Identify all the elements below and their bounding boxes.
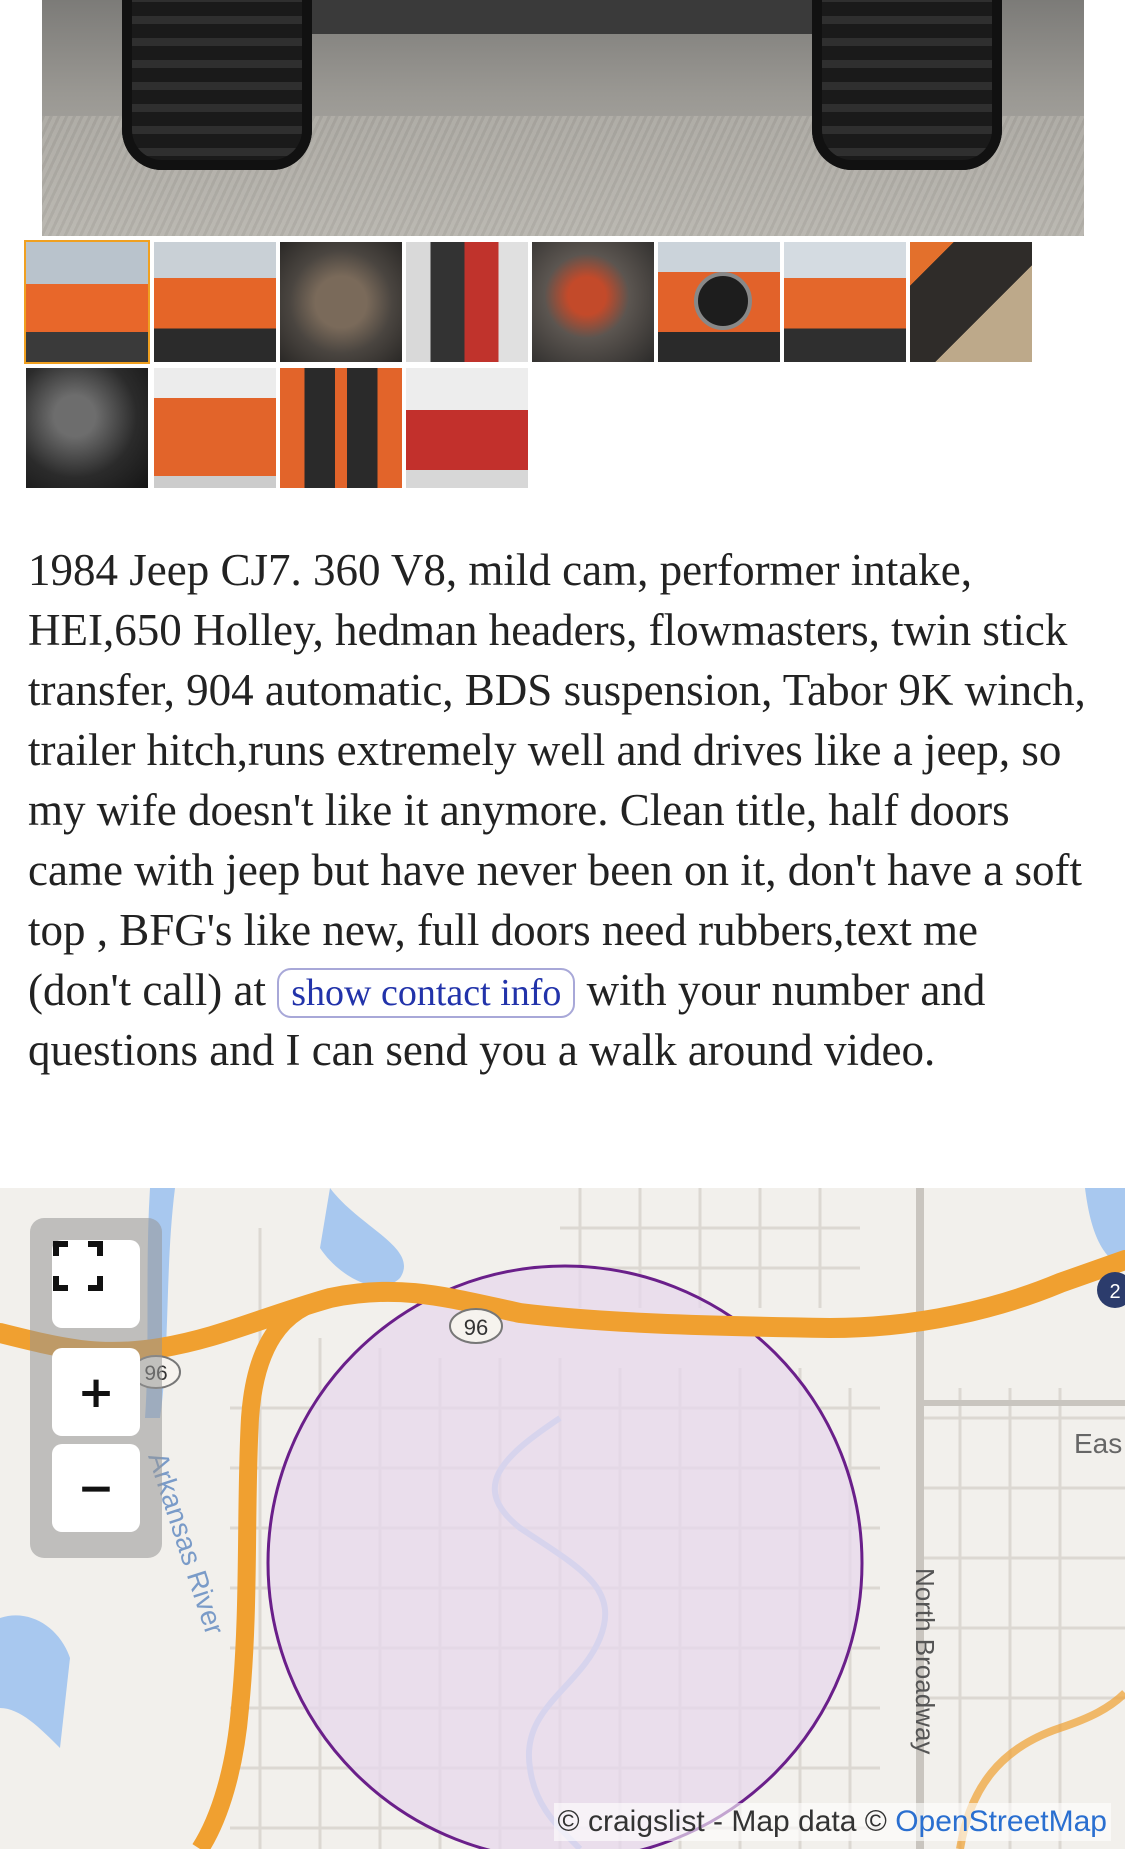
thumbnail-8[interactable] [910, 242, 1032, 362]
lake-shape [320, 1188, 404, 1287]
listing-description: 1984 Jeep CJ7. 360 V8, mild cam, perform… [28, 540, 1088, 1080]
thumbnail-11[interactable] [280, 368, 402, 488]
description-text-before: 1984 Jeep CJ7. 360 V8, mild cam, perform… [28, 545, 1086, 1015]
thumbnail-6[interactable] [658, 242, 780, 362]
street-label: North Broadway [910, 1568, 940, 1754]
thumbnail-10[interactable] [154, 368, 276, 488]
map-attribution: © craigslist - Map data © OpenStreetMap [553, 1803, 1111, 1841]
zoom-in-button[interactable]: + [52, 1348, 140, 1436]
thumbnail-7[interactable] [784, 242, 906, 362]
route-label-right: 2 [1109, 1281, 1120, 1303]
thumbnail-12[interactable] [406, 368, 528, 488]
thumbnail-4[interactable] [406, 242, 528, 362]
photo-tire-right [812, 0, 1002, 170]
approximate-location-circle [266, 1264, 864, 1849]
thumbnail-3[interactable] [280, 242, 402, 362]
openstreetmap-link[interactable]: OpenStreetMap [895, 1805, 1107, 1838]
thumbnail-5[interactable] [532, 242, 654, 362]
fullscreen-icon [53, 1241, 103, 1291]
photo-axle [312, 0, 812, 34]
show-contact-info-button[interactable]: show contact info [277, 968, 576, 1018]
fullscreen-button[interactable] [52, 1240, 140, 1328]
route-label-96-a: 96 [464, 1315, 488, 1340]
attribution-text: © craigslist - Map data © [557, 1805, 896, 1838]
photo-tire-left [122, 0, 312, 170]
map-controls: + − [30, 1218, 162, 1558]
water-left [0, 1615, 70, 1748]
zoom-out-button[interactable]: − [52, 1444, 140, 1532]
map-canvas: 96 96 2 Arkansas River North Broadway Ea… [0, 1188, 1125, 1849]
main-listing-photo[interactable] [42, 0, 1084, 236]
thumbnail-9[interactable] [26, 368, 148, 488]
thumbnail-2[interactable] [154, 242, 276, 362]
location-map[interactable]: 96 96 2 Arkansas River North Broadway Ea… [0, 1188, 1125, 1849]
east-label: Eas [1074, 1428, 1122, 1459]
thumbnail-1[interactable] [24, 240, 150, 364]
